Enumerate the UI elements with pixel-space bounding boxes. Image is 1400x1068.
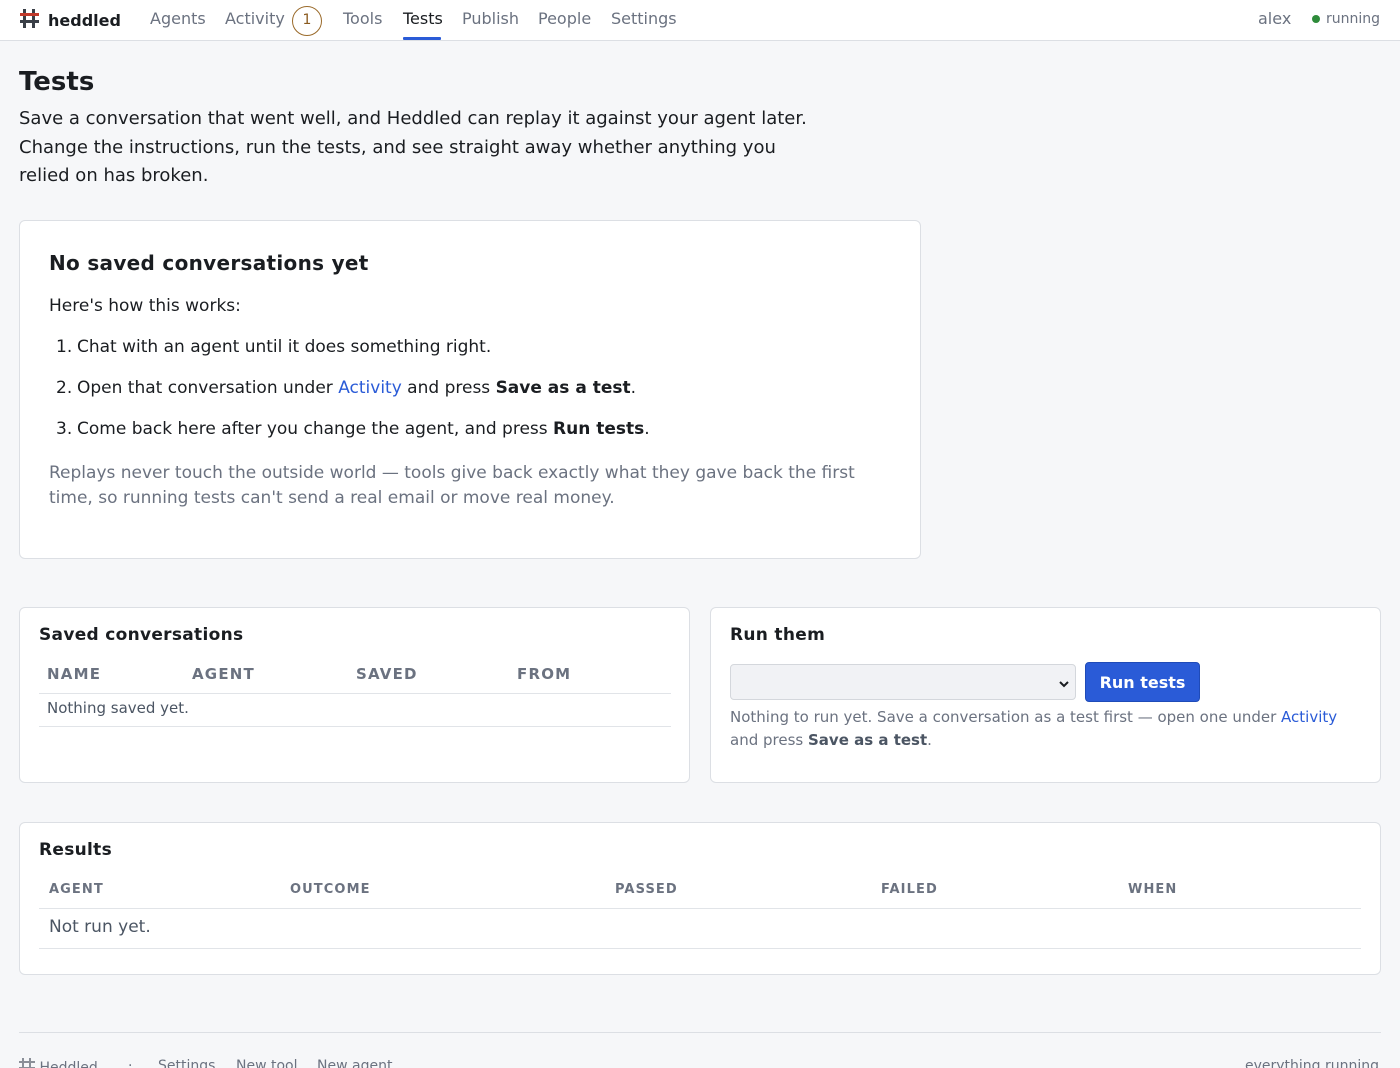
step-text: Come back here after you change the agen… bbox=[77, 419, 554, 439]
activity-link[interactable]: Activity bbox=[338, 378, 402, 398]
run-tests-button[interactable]: Run tests bbox=[1085, 662, 1200, 702]
column-header-agent: AGENT bbox=[49, 882, 104, 897]
nav-people[interactable]: People bbox=[538, 9, 591, 28]
footer-brand[interactable]: Heddled bbox=[19, 1058, 98, 1068]
step-emphasis: Run tests bbox=[553, 419, 645, 439]
activity-link[interactable]: Activity bbox=[1281, 708, 1337, 726]
step-item: 1. Chat with an agent until it does somet… bbox=[56, 337, 650, 378]
footer-link-new-agent[interactable]: New agent bbox=[317, 1058, 392, 1068]
empty-state-card: No saved conversations yet Here's how th… bbox=[19, 220, 921, 559]
nav-publish[interactable]: Publish bbox=[462, 9, 519, 28]
nav-agents[interactable]: Agents bbox=[150, 9, 206, 28]
empty-table-message: Nothing saved yet. bbox=[47, 699, 189, 717]
run-note-text: and press bbox=[730, 730, 808, 749]
footer-link-new-tool[interactable]: New tool bbox=[236, 1058, 298, 1068]
step-text: and press bbox=[401, 378, 496, 398]
step-emphasis: Save as a test bbox=[495, 378, 631, 398]
column-header-outcome: OUTCOME bbox=[290, 882, 371, 897]
active-tab-indicator bbox=[403, 37, 441, 40]
column-header-from: FROM bbox=[517, 665, 572, 683]
top-nav: heddled Agents Activity 1 Tools Tests Pu… bbox=[0, 0, 1400, 41]
step-number: 1. bbox=[56, 337, 73, 357]
run-note-emphasis: Save as a test bbox=[807, 730, 928, 749]
agent-select[interactable] bbox=[730, 664, 1076, 700]
user-name[interactable]: alex bbox=[1258, 9, 1291, 28]
column-header-when: WHEN bbox=[1128, 882, 1178, 897]
column-header-name: NAME bbox=[47, 665, 102, 683]
footer-brand-name: Heddled bbox=[39, 1060, 98, 1068]
empty-state-title: No saved conversations yet bbox=[49, 251, 369, 275]
step-text: Open that conversation under bbox=[77, 378, 339, 398]
status-indicator: running bbox=[1312, 11, 1380, 27]
footer-divider bbox=[19, 1032, 1381, 1033]
nav-tests[interactable]: Tests bbox=[403, 9, 443, 28]
run-note-text: Nothing to run yet. Save a conversation … bbox=[730, 708, 1282, 726]
column-header-failed: FAILED bbox=[881, 882, 938, 897]
nav-settings[interactable]: Settings bbox=[611, 9, 677, 28]
column-header-agent: AGENT bbox=[192, 665, 255, 683]
table-divider bbox=[39, 726, 671, 727]
table-divider bbox=[39, 948, 1361, 949]
heddle-logo-icon bbox=[19, 8, 40, 33]
footer-status: everything running bbox=[1245, 1058, 1380, 1068]
run-note-text: . bbox=[927, 730, 932, 749]
replay-note: Replays never touch the outside world — … bbox=[49, 463, 855, 508]
nav-activity[interactable]: Activity bbox=[225, 9, 285, 28]
saved-conversations-card: Saved conversations NAME AGENT SAVED FRO… bbox=[19, 607, 690, 783]
empty-results-message: Not run yet. bbox=[49, 917, 151, 937]
run-tests-card: Run them Run tests Nothing to run yet. S… bbox=[710, 607, 1381, 783]
step-item: 2. Open that conversation under Activity … bbox=[56, 378, 650, 419]
page-intro: Save a conversation that went well, and … bbox=[19, 108, 807, 186]
results-title: Results bbox=[39, 840, 113, 860]
step-text: . bbox=[630, 378, 637, 398]
run-note: Nothing to run yet. Save a conversation … bbox=[730, 706, 1360, 751]
brand-name: heddled bbox=[48, 11, 121, 30]
step-text: . bbox=[644, 419, 650, 439]
step-number: 2. bbox=[56, 378, 73, 398]
heddle-logo-icon bbox=[19, 1058, 39, 1068]
results-card: Results AGENT OUTCOME PASSED FAILED WHEN… bbox=[19, 822, 1381, 975]
how-it-works-label: Here's how this works: bbox=[49, 296, 241, 316]
steps-list: 1. Chat with an agent until it does somet… bbox=[56, 337, 650, 460]
brand[interactable]: heddled bbox=[19, 8, 121, 33]
step-number: 3. bbox=[56, 419, 73, 439]
saved-conversations-title: Saved conversations bbox=[39, 625, 244, 645]
status-text: running bbox=[1326, 11, 1381, 27]
column-header-passed: PASSED bbox=[615, 882, 678, 897]
footer-link-settings[interactable]: Settings bbox=[158, 1058, 215, 1068]
status-dot-icon bbox=[1312, 15, 1320, 23]
step-text: Chat with an agent until it does somethi… bbox=[77, 337, 492, 357]
run-them-title: Run them bbox=[730, 625, 826, 645]
footer-separator: · bbox=[128, 1058, 133, 1068]
nav-tools[interactable]: Tools bbox=[343, 9, 382, 28]
chevron-down-icon bbox=[1058, 675, 1070, 694]
activity-count-badge: 1 bbox=[292, 6, 322, 36]
table-divider bbox=[39, 693, 671, 694]
page-title: Tests bbox=[19, 67, 95, 97]
table-divider bbox=[39, 908, 1361, 909]
column-header-saved: SAVED bbox=[356, 665, 418, 683]
step-item: 3. Come back here after you change the ag… bbox=[56, 419, 650, 460]
